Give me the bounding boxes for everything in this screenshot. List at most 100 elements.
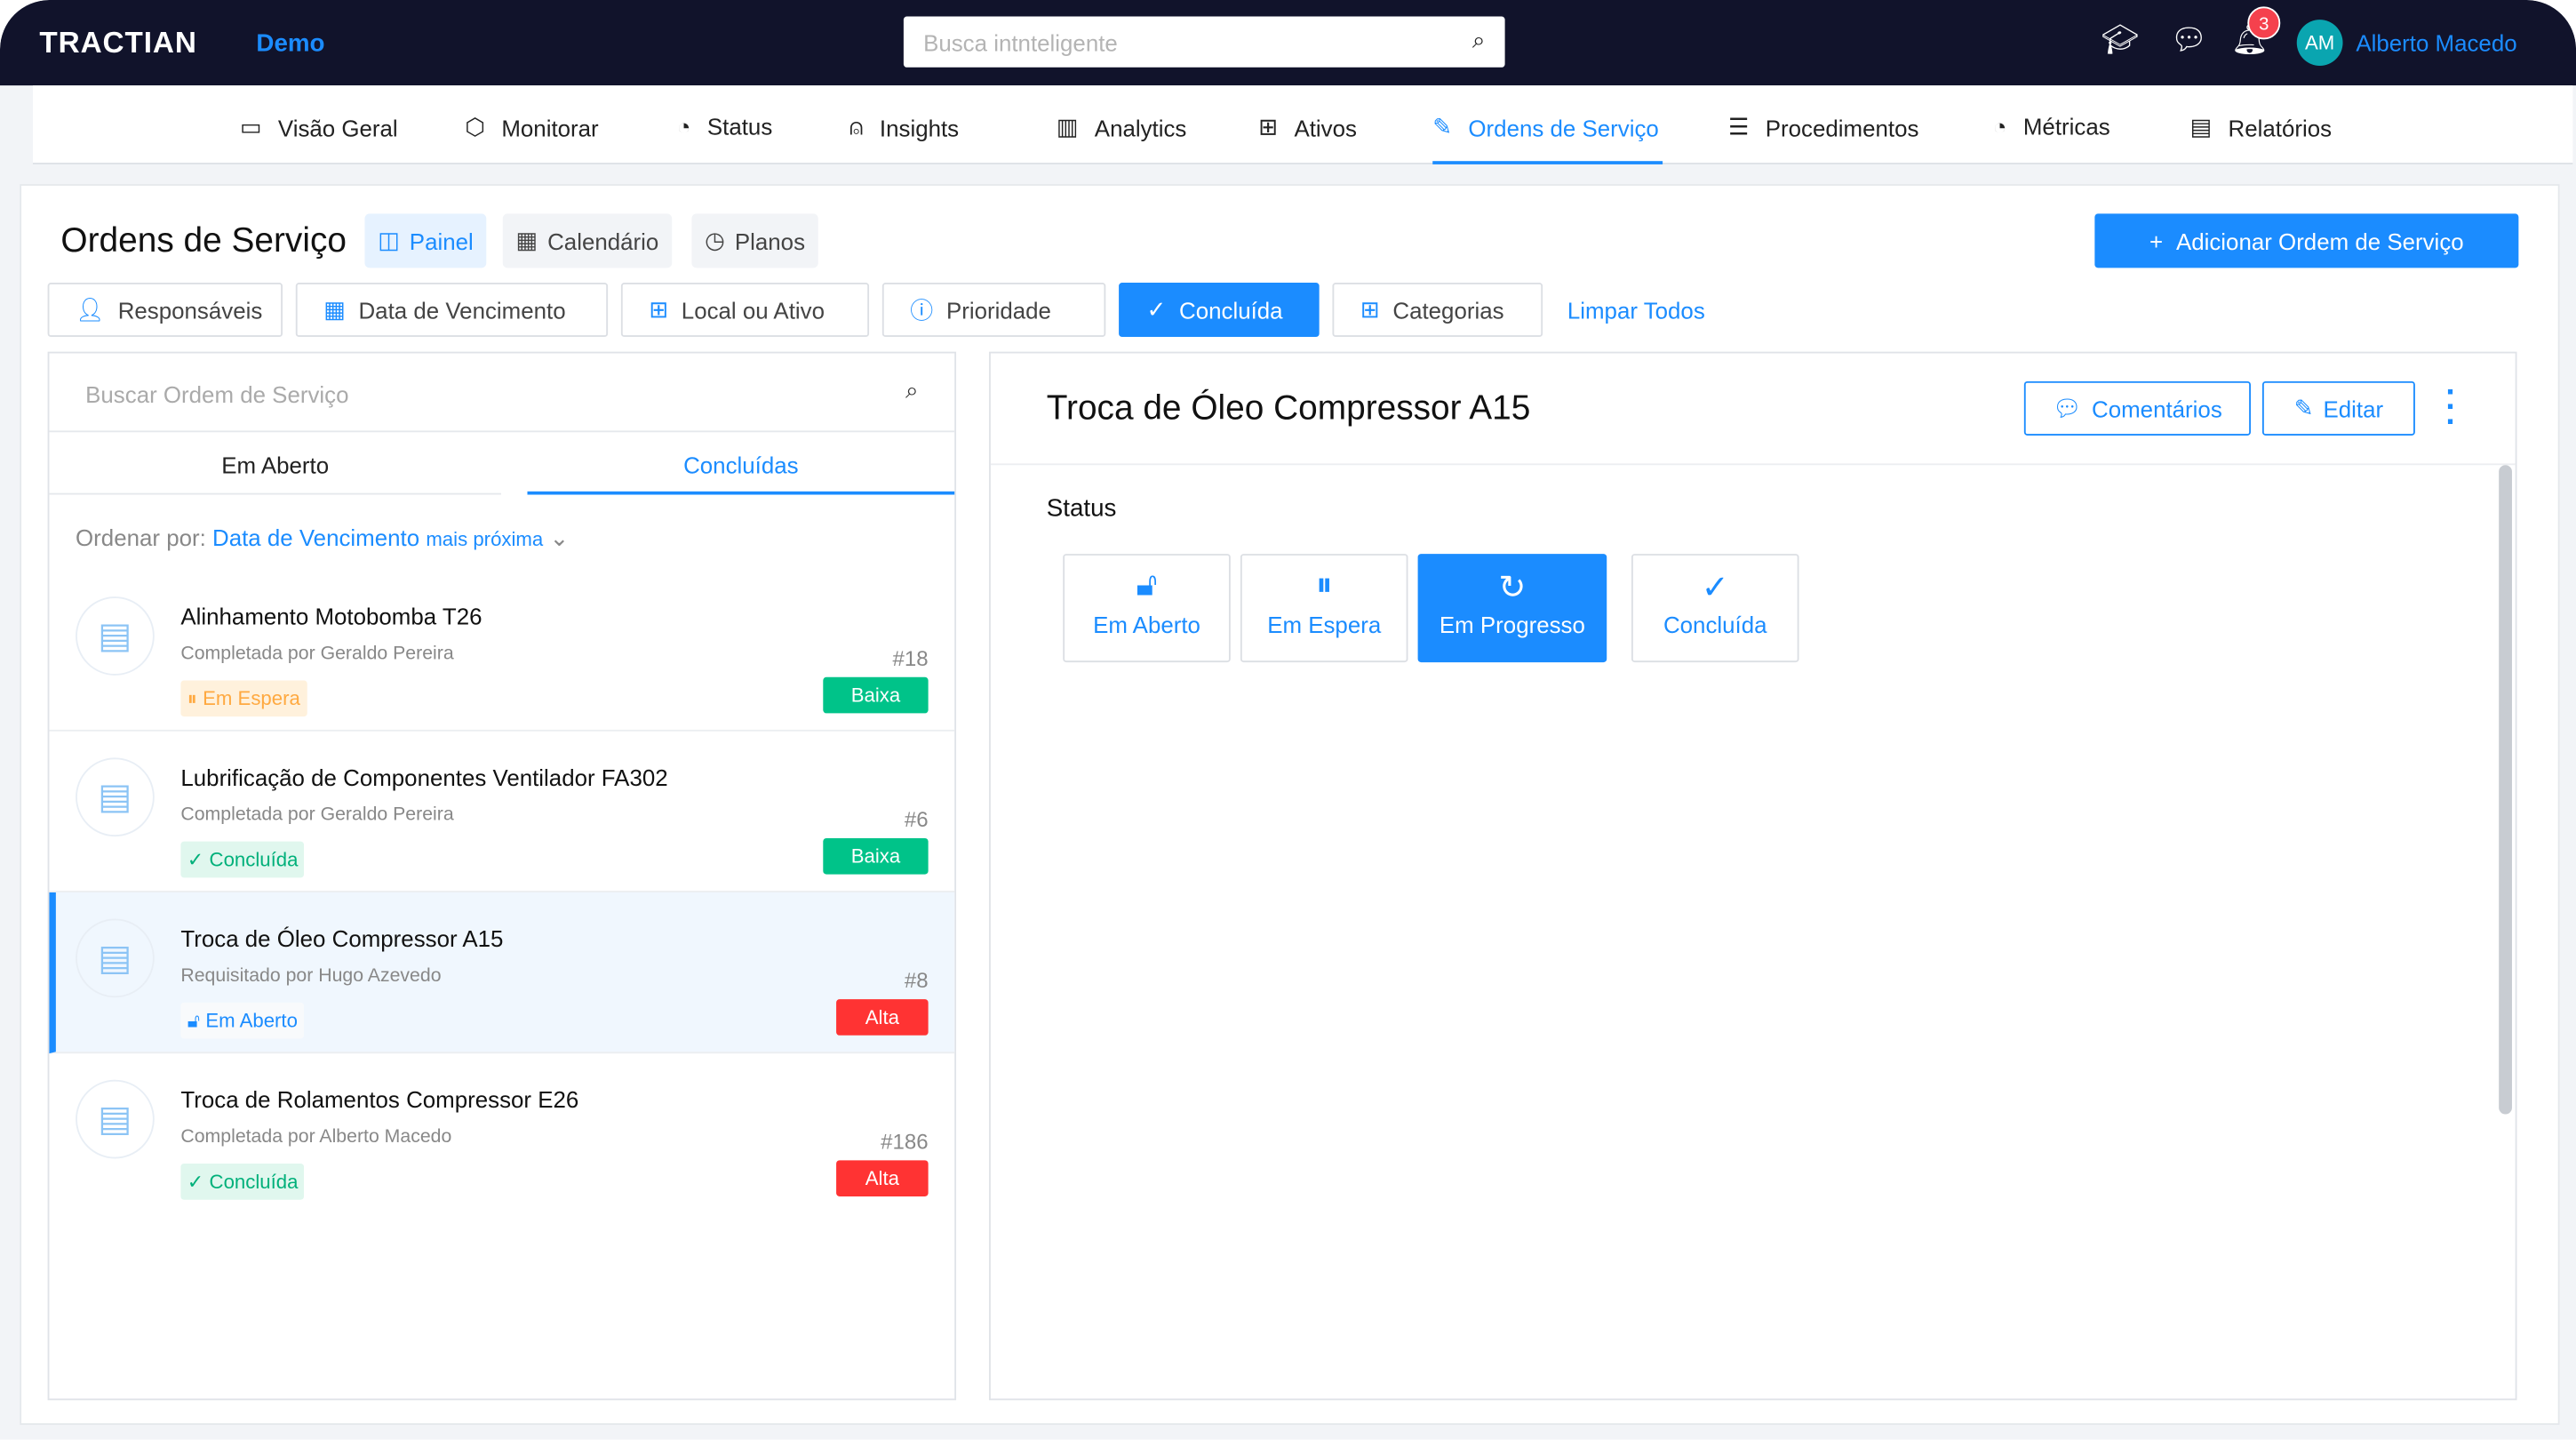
comment-icon: 💬︎ [2053, 394, 2082, 421]
status-badge: ✓ Concluída [180, 841, 305, 878]
edit-button[interactable]: ✎ Editar [2261, 380, 2415, 436]
check-circle-icon: ✓ [1146, 295, 1167, 323]
detail-title: Troca de Óleo Compressor A15 [1046, 389, 1531, 428]
status-em-aberto-button[interactable]: 🔓︎ Em Aberto [1063, 554, 1231, 663]
comments-button[interactable]: 💬︎ Comentários [2023, 380, 2251, 436]
main-nav: ▭ Visão Geral ⬡ Monitorar ◔ Status ⍝ Insight… [32, 85, 2573, 164]
list-item[interactable]: ▤ Troca de Rolamentos Compressor E26 Com… [49, 1053, 954, 1214]
nav-relatorios[interactable]: ▤ Relatórios [2190, 114, 2332, 141]
workspace-name[interactable]: Demo [256, 29, 324, 57]
priority-badge: Baixa [823, 837, 929, 875]
status-em-espera-button[interactable]: ⏸︎ Em Espera [1240, 554, 1408, 663]
cube-icon: ⬡ [465, 113, 485, 140]
search-icon[interactable]: ⌕ [905, 376, 919, 404]
nav-visao-geral[interactable]: ▭ Visão Geral [240, 114, 398, 141]
nav-procedimentos[interactable]: ☰ Procedimentos [1728, 114, 1918, 141]
nav-status[interactable]: ◔ Status [677, 114, 773, 140]
nav-insights[interactable]: ⍝ Insights [849, 114, 959, 141]
list-item-selected[interactable]: ▤ Troca de Óleo Compressor A15 Requisita… [49, 892, 955, 1054]
status-label: Status [1046, 494, 1117, 523]
add-work-order-button[interactable]: + Adicionar Ordem de Serviço [2094, 213, 2519, 268]
list-item[interactable]: ▤ Alinhamento Motobomba T26 Completada p… [49, 571, 955, 732]
priority-badge: Alta [836, 1160, 929, 1196]
tab-em-aberto[interactable]: Em Aberto [49, 432, 501, 495]
check-icon: ✓ [187, 848, 204, 871]
filter-local-ativo[interactable]: ⊞ Local ou Ativo [620, 283, 870, 338]
scrollbar[interactable] [2499, 465, 2512, 1115]
nav-ativos[interactable]: ⊞ Ativos [1258, 114, 1357, 141]
filter-prioridade[interactable]: ⓘ Prioridade [881, 283, 1106, 338]
list-item[interactable]: ▤ Lubrificação de Componentes Ventilador… [49, 732, 955, 892]
nav-analytics[interactable]: ▥ Analytics [1057, 114, 1187, 141]
grid-icon: ⊞ [1360, 295, 1380, 323]
check-icon: ✓ [187, 1170, 204, 1194]
panel-icon: ◫ [378, 227, 400, 253]
avatar[interactable]: AM [2296, 20, 2343, 66]
plus-icon: + [2149, 228, 2164, 254]
work-order-icon: ▤ [76, 918, 155, 998]
view-painel[interactable]: ◫ Painel [364, 213, 487, 268]
nav-monitorar[interactable]: ⬡ Monitorar [465, 114, 598, 141]
calendar-icon: ▦ [515, 227, 538, 253]
work-order-icon: ▤ [76, 596, 155, 676]
search-icon[interactable]: ⌕ [1472, 27, 1486, 54]
status-badge: ⏸︎ Em Espera [180, 680, 307, 717]
unlock-icon: 🔓︎ [187, 1009, 201, 1033]
status-badge: 🔓︎ Em Aberto [180, 1002, 305, 1039]
sort-control[interactable]: Ordenar por: Data de Vencimento mais pró… [76, 524, 569, 552]
list-icon: ☰ [1728, 113, 1750, 140]
page-title: Ordens de Serviço [60, 221, 347, 260]
chevron-down-icon: ⌄ [549, 524, 570, 551]
filter-data-vencimento[interactable]: ▦ Data de Vencimento [295, 283, 609, 338]
filter-categorias[interactable]: ⊞ Categorias [1332, 283, 1543, 338]
filter-concluida[interactable]: ✓ Concluída [1119, 283, 1320, 338]
status-em-progresso-button[interactable]: ↻ Em Progresso [1417, 554, 1607, 663]
alarm-icon: ⍝ [849, 113, 864, 140]
filter-responsaveis[interactable]: 👤︎ Responsáveis [47, 283, 283, 338]
more-options-icon[interactable]: · · · [2444, 376, 2458, 438]
bar-chart-icon: ▥ [1056, 113, 1079, 140]
work-order-search-input[interactable]: Buscar Ordem de Serviço ⌕ [49, 354, 955, 433]
status-badge: ✓ Concluída [180, 1164, 305, 1200]
alert-icon: ⓘ [910, 296, 934, 324]
gauge-icon: ◔ [1992, 113, 2007, 140]
unlock-icon: 🔓︎ [1136, 566, 1158, 604]
user-icon: 👤︎ [76, 295, 105, 323]
hierarchy-icon: ⊞ [649, 295, 669, 323]
smart-search-input[interactable]: Busca intnteligente ⌕ [903, 16, 1505, 68]
gauge-icon: ◔ [676, 113, 691, 140]
view-planos[interactable]: ◷ Planos [691, 213, 818, 268]
work-order-icon: ▤ [76, 1079, 155, 1159]
top-bar: TRACTIAN Demo Busca intnteligente ⌕ 🎓︎ 💬︎… [0, 0, 2576, 86]
pause-icon: ⏸︎ [187, 686, 197, 710]
active-nav-indicator [1432, 161, 1663, 164]
tab-concluidas[interactable]: Concluídas [527, 432, 955, 495]
work-order-icon: ▤ [76, 757, 155, 837]
report-icon: ▤ [2189, 113, 2213, 140]
hierarchy-icon: ⊞ [1258, 113, 1278, 140]
priority-badge: Alta [836, 999, 929, 1036]
pause-icon: ⏸︎ [1315, 566, 1333, 604]
work-orders-page: Ordens de Serviço ◫ Painel ▦ Calendário ◷ P… [20, 184, 2560, 1425]
user-name[interactable]: Alberto Macedo [2356, 29, 2516, 56]
work-order-detail: Troca de Óleo Compressor A15 💬︎ Comentári… [989, 351, 2517, 1401]
calendar-icon: ▦ [323, 295, 346, 323]
view-calendario[interactable]: ▦ Calendário [502, 213, 673, 268]
nav-ordens-de-servico[interactable]: ✎ Ordens de Serviço [1432, 114, 1659, 141]
clear-filters-link[interactable]: Limpar Todos [1567, 298, 1705, 324]
status-concluida-button[interactable]: ✓ Concluída [1631, 554, 1799, 663]
logo[interactable]: TRACTIAN [39, 27, 196, 61]
work-order-list: Buscar Ordem de Serviço ⌕ Em Aberto Concl… [47, 351, 957, 1401]
edit-icon: ✎ [1432, 113, 1452, 140]
divider [990, 463, 2516, 466]
clock-icon: ◷ [705, 227, 725, 253]
check-icon: ✓ [1701, 570, 1729, 607]
chat-icon[interactable]: 💬︎ [2170, 23, 2207, 58]
refresh-icon: ↻ [1498, 570, 1527, 607]
edit-icon: ✎ [2293, 394, 2314, 421]
notification-badge: 3 [2247, 6, 2281, 40]
monitor-icon: ▭ [239, 113, 262, 140]
nav-metricas[interactable]: ◔ Métricas [1993, 114, 2110, 140]
academy-icon[interactable]: 🎓︎ [2101, 23, 2139, 58]
priority-badge: Baixa [823, 676, 929, 714]
